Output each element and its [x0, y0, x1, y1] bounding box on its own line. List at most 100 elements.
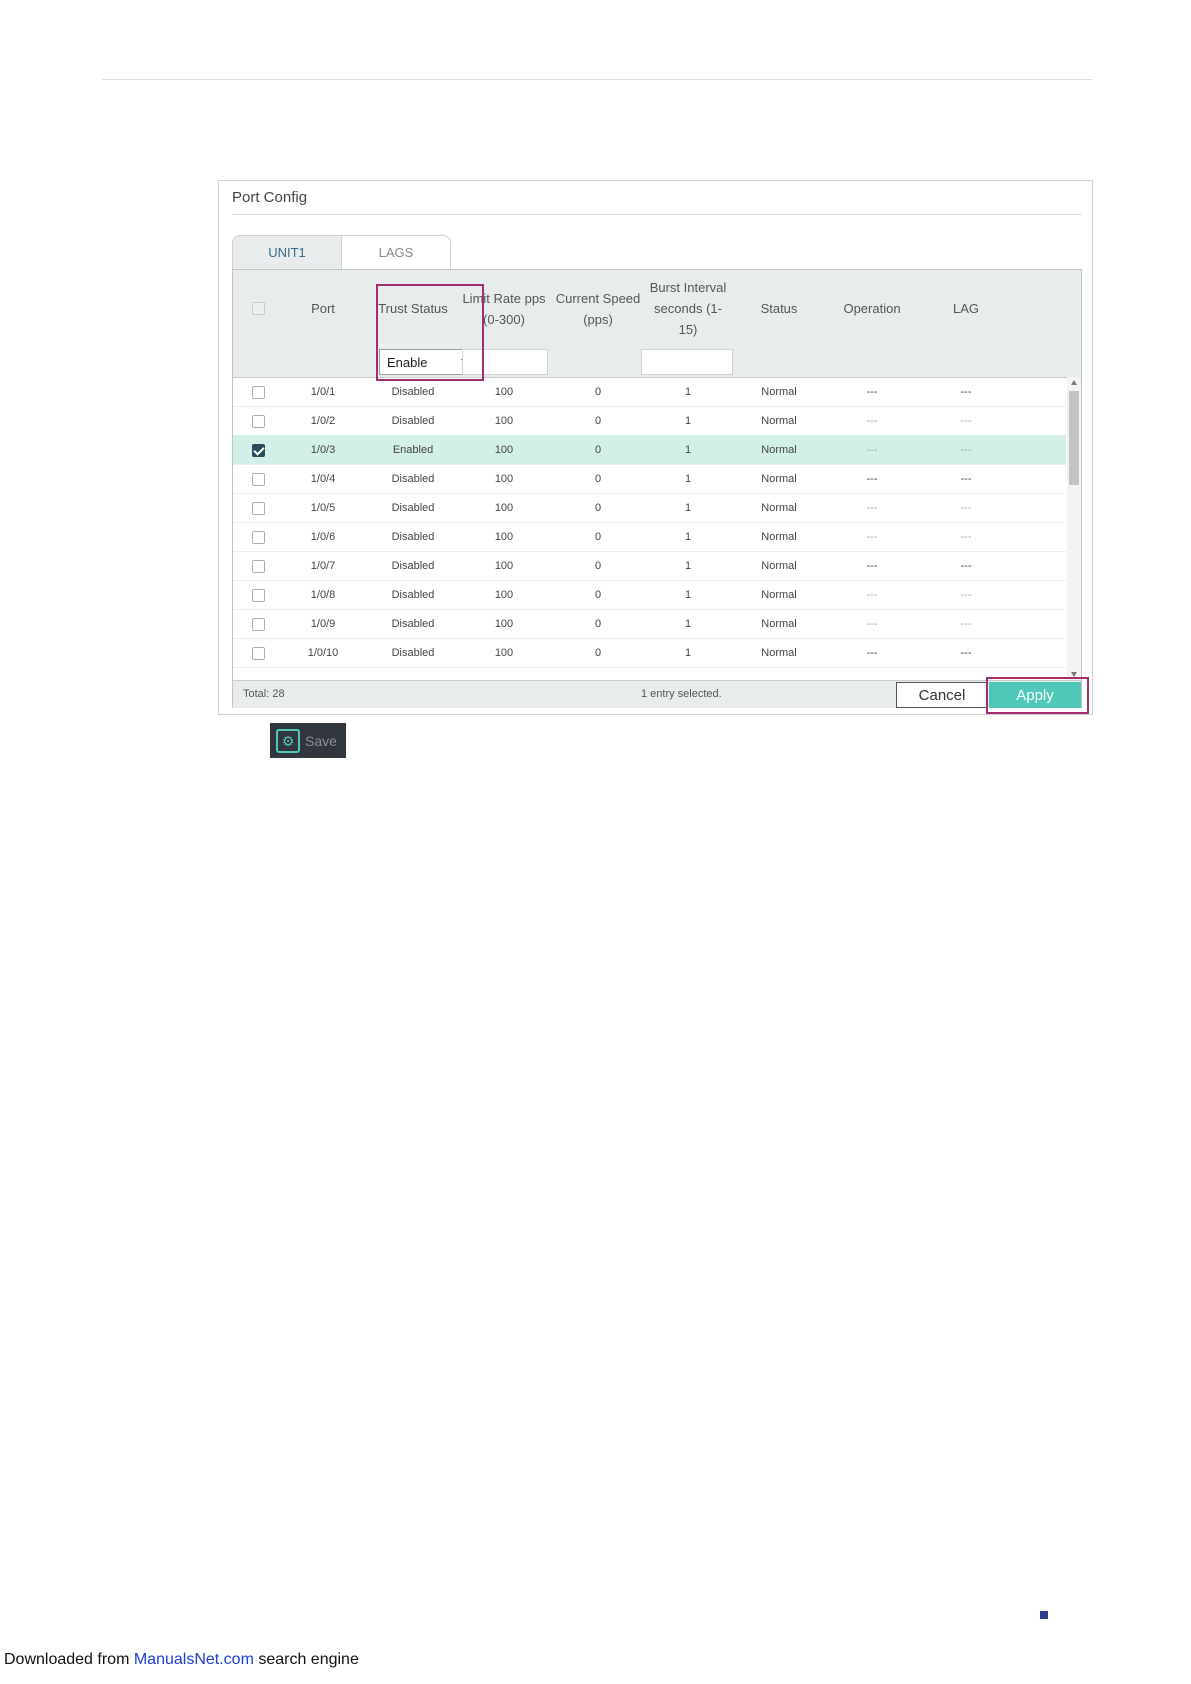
col-status: Status: [760, 301, 798, 316]
scrollbar-thumb[interactable]: [1069, 391, 1079, 485]
lag-cell: ---: [960, 647, 972, 659]
port-cell: 1/0/9: [310, 618, 336, 630]
save-button[interactable]: ⚙ Save: [270, 723, 346, 758]
table-footer: Total: 28 1 entry selected. Cancel Apply: [233, 680, 1081, 708]
status-cell: Normal: [761, 444, 797, 456]
edit-row: Enable: [233, 347, 1081, 378]
current-speed-cell: 0: [594, 647, 602, 659]
row-checkbox[interactable]: [251, 588, 265, 602]
trust-cell: Disabled: [391, 560, 435, 572]
row-checkbox-cell: [233, 435, 283, 465]
port-cell: 1/0/7: [310, 560, 336, 572]
row-checkbox[interactable]: [251, 443, 265, 457]
table-row[interactable]: 1/0/4 Disabled 100 0 1 Normal --- ---: [233, 464, 1066, 494]
status-cell: Normal: [761, 502, 797, 514]
selection-status: 1 entry selected.: [641, 688, 722, 700]
tab-lags[interactable]: LAGS: [341, 235, 451, 269]
burst-interval-input[interactable]: [641, 349, 733, 375]
limit-rate-cell: 100: [494, 647, 514, 659]
trust-cell: Disabled: [391, 647, 435, 659]
row-checkbox[interactable]: [251, 559, 265, 573]
table-row[interactable]: 1/0/6 Disabled 100 0 1 Normal --- ---: [233, 522, 1066, 552]
row-checkbox[interactable]: [251, 501, 265, 515]
scroll-up-icon[interactable]: [1071, 380, 1077, 385]
row-checkbox-cell: [233, 522, 283, 552]
table-row[interactable]: 1/0/3 Enabled 100 0 1 Normal --- ---: [233, 435, 1066, 465]
download-note: Downloaded from ManualsNet.com search en…: [4, 1651, 359, 1669]
row-checkbox-cell: [233, 609, 283, 639]
trust-cell: Enabled: [392, 444, 434, 456]
trust-cell: Disabled: [391, 502, 435, 514]
operation-cell: ---: [866, 502, 878, 514]
limit-rate-cell: 100: [494, 473, 514, 485]
table-row[interactable]: 1/0/1 Disabled 100 0 1 Normal --- ---: [233, 377, 1066, 407]
lag-cell: ---: [960, 589, 972, 601]
lag-cell: ---: [960, 386, 972, 398]
limit-rate-cell: 100: [494, 618, 514, 630]
lag-cell: ---: [960, 444, 972, 456]
table-row[interactable]: 1/0/7 Disabled 100 0 1 Normal --- ---: [233, 551, 1066, 581]
row-checkbox[interactable]: [251, 617, 265, 631]
row-checkbox-cell: [233, 464, 283, 494]
current-speed-cell: 0: [594, 473, 602, 485]
table-row[interactable]: 1/0/8 Disabled 100 0 1 Normal --- ---: [233, 580, 1066, 610]
burst-cell: 1: [684, 502, 692, 514]
port-cell: 1/0/6: [310, 531, 336, 543]
panel-title: Port Config: [232, 189, 308, 206]
burst-cell: 1: [684, 618, 692, 630]
burst-cell: 1: [684, 473, 692, 485]
table-row[interactable]: 1/0/10 Disabled 100 0 1 Normal --- ---: [233, 638, 1066, 668]
row-checkbox-cell: [233, 493, 283, 523]
table-row[interactable]: 1/0/9 Disabled 100 0 1 Normal --- ---: [233, 609, 1066, 639]
apply-highlight: [986, 677, 1089, 714]
row-checkbox[interactable]: [251, 472, 265, 486]
limit-rate-cell: 100: [494, 502, 514, 514]
lag-cell: ---: [960, 473, 972, 485]
tab-unit1[interactable]: UNIT1: [232, 235, 342, 269]
table-row[interactable]: 1/0/5 Disabled 100 0 1 Normal --- ---: [233, 493, 1066, 523]
status-cell: Normal: [761, 618, 797, 630]
save-label: Save: [305, 732, 337, 749]
port-cell: 1/0/4: [310, 473, 336, 485]
status-cell: Normal: [761, 386, 797, 398]
row-checkbox-cell: [233, 580, 283, 610]
row-checkbox[interactable]: [251, 646, 265, 660]
current-speed-cell: 0: [594, 618, 602, 630]
trust-status-highlight: [376, 284, 484, 381]
table-row[interactable]: 1/0/2 Disabled 100 0 1 Normal --- ---: [233, 406, 1066, 436]
vertical-scrollbar[interactable]: [1067, 377, 1081, 680]
port-cell: 1/0/2: [310, 415, 336, 427]
select-all-checkbox[interactable]: [251, 302, 265, 315]
current-speed-cell: 0: [594, 531, 602, 543]
current-speed-cell: 0: [594, 415, 602, 427]
manualsnet-link[interactable]: ManualsNet.com: [134, 1651, 254, 1668]
trust-cell: Disabled: [391, 531, 435, 543]
row-checkbox[interactable]: [251, 414, 265, 428]
lag-cell: ---: [960, 502, 972, 514]
table-header: Port Trust Status Limit Rate pps (0-300)…: [233, 270, 1081, 348]
row-checkbox[interactable]: [251, 385, 265, 399]
burst-cell: 1: [684, 647, 692, 659]
trust-cell: Disabled: [391, 386, 435, 398]
limit-rate-cell: 100: [494, 531, 514, 543]
current-speed-cell: 0: [594, 386, 602, 398]
burst-cell: 1: [684, 589, 692, 601]
operation-cell: ---: [866, 647, 878, 659]
status-cell: Normal: [761, 647, 797, 659]
status-cell: Normal: [761, 589, 797, 601]
operation-cell: ---: [866, 618, 878, 630]
trust-cell: Disabled: [391, 589, 435, 601]
port-cell: 1/0/10: [307, 647, 339, 659]
trust-cell: Disabled: [391, 618, 435, 630]
status-cell: Normal: [761, 473, 797, 485]
row-checkbox[interactable]: [251, 530, 265, 544]
top-divider: [102, 79, 1092, 80]
cancel-button[interactable]: Cancel: [896, 682, 988, 708]
operation-cell: ---: [866, 415, 878, 427]
status-cell: Normal: [761, 531, 797, 543]
col-lag: LAG: [952, 301, 979, 316]
download-note-suffix: search engine: [253, 1651, 359, 1668]
operation-cell: ---: [866, 386, 878, 398]
row-checkbox-cell: [233, 377, 283, 407]
operation-cell: ---: [866, 560, 878, 572]
